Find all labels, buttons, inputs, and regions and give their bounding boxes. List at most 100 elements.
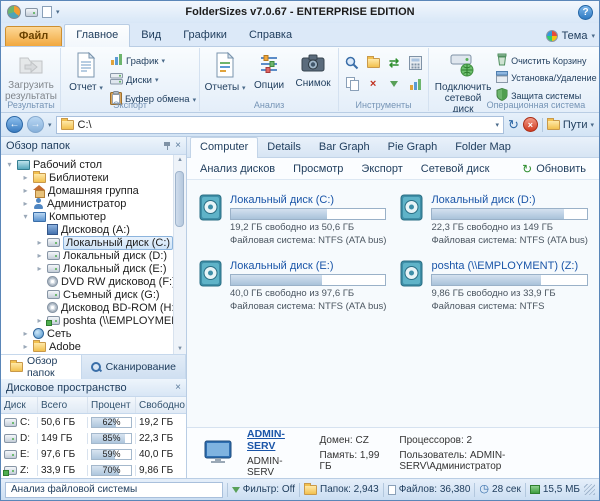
drive-name[interactable]: Локальный диск (D:) [431, 194, 587, 206]
stop-icon[interactable]: × [523, 117, 538, 132]
tree-item-libraries[interactable]: ▸ Библиотеки [3, 171, 172, 184]
scrollbar-thumb[interactable] [175, 171, 184, 227]
expander-icon[interactable]: ▸ [21, 343, 30, 351]
close-panel-icon[interactable]: × [175, 141, 181, 151]
tab-pie-graph[interactable]: Pie Graph [379, 138, 447, 157]
expander-icon[interactable]: ▾ [21, 213, 30, 221]
tree-item-drive-z[interactable]: ▸ poshta (\\EMPLOYMENT) (Z:) [3, 314, 172, 327]
expander-icon[interactable]: ▸ [21, 174, 30, 182]
duplicates-tool-icon[interactable] [342, 74, 362, 94]
search-tool-icon[interactable] [342, 53, 362, 73]
tab-computer[interactable]: Computer [190, 137, 258, 158]
address-chevron-icon[interactable]: ▾ [495, 121, 499, 129]
expander-icon[interactable]: ▸ [21, 330, 30, 338]
sync-tool-icon[interactable]: ⇄ [384, 53, 404, 73]
chart-tool-icon[interactable] [405, 74, 425, 94]
folder-search-tool-icon[interactable] [363, 53, 383, 73]
quick-disk-icon[interactable] [25, 8, 38, 17]
tab-file[interactable]: Файл [5, 26, 62, 46]
tree-item-drive-f[interactable]: DVD RW дисковод (F:) [3, 275, 172, 288]
tab-bar-graph[interactable]: Bar Graph [310, 138, 379, 157]
history-chevron-icon[interactable]: ▾ [48, 121, 52, 129]
col-percent[interactable]: Процент [88, 397, 136, 413]
forward-button[interactable]: → [27, 116, 44, 133]
disk-row[interactable]: D: 149 ГБ 85% 22,3 ГБ [1, 430, 186, 446]
expander-icon[interactable]: ▾ [5, 161, 14, 169]
expander-icon[interactable]: ▸ [35, 317, 44, 325]
report-button[interactable]: Отчет ▾ [64, 50, 108, 96]
disk-row[interactable]: Z: 33,9 ГБ 70% 9,86 ГБ [1, 462, 186, 478]
drive-card[interactable]: Локальный диск (E:) 40,0 ГБ свободно из … [199, 260, 386, 322]
tree-item-desktop[interactable]: ▾ Рабочий стол [3, 158, 172, 171]
help-button[interactable]: ? [578, 5, 593, 20]
status-filter[interactable]: Фильтр: Off [232, 484, 295, 495]
refresh-icon[interactable]: ↻ [508, 118, 519, 131]
tab-home[interactable]: Главное [64, 24, 130, 47]
export-chart-button[interactable]: График▾ [110, 53, 196, 69]
scroll-up-icon[interactable]: ▲ [177, 157, 183, 163]
refresh-button[interactable]: ↻ Обновить [513, 160, 595, 178]
tree-item-network[interactable]: ▸ Сеть [3, 327, 172, 340]
col-disk[interactable]: Диск [1, 397, 38, 413]
menu-network-drive[interactable]: Сетевой диск [412, 160, 499, 178]
drive-card[interactable]: Локальный диск (C:) 19,2 ГБ свободно из … [199, 194, 386, 256]
tree-item-drive-g[interactable]: Съемный диск (G:) [3, 288, 172, 301]
quick-access-chevron-icon[interactable]: ▾ [56, 8, 60, 16]
expander-icon[interactable]: ▸ [21, 187, 30, 195]
tab-charts[interactable]: Графики [172, 25, 238, 46]
tab-details[interactable]: Details [258, 138, 310, 157]
reports-button[interactable]: Отчеты ▾ [203, 50, 247, 96]
drive-name[interactable]: Локальный диск (C:) [230, 194, 386, 206]
close-panel-icon[interactable]: × [175, 383, 181, 393]
empty-recycle-bin-button[interactable]: Очистить Корзину [496, 53, 599, 68]
options-button[interactable]: Опции [249, 50, 289, 93]
snapshot-button[interactable]: Снимок [291, 50, 335, 91]
menu-analyze-disks[interactable]: Анализ дисков [191, 160, 284, 178]
theme-chevron-icon[interactable]: ▾ [591, 32, 595, 40]
tab-help[interactable]: Справка [238, 25, 303, 46]
pin-icon[interactable] [163, 141, 171, 151]
theme-button[interactable]: Тема [562, 30, 588, 42]
tab-view[interactable]: Вид [130, 25, 172, 46]
menu-view[interactable]: Просмотр [284, 160, 352, 178]
expander-icon[interactable]: ▸ [35, 252, 44, 260]
tree-item-computer[interactable]: ▾ Компьютер [3, 210, 172, 223]
tree-item-drive-a[interactable]: Дисковод (A:) [3, 223, 172, 236]
disk-row[interactable]: E: 97,6 ГБ 59% 40,0 ГБ [1, 446, 186, 462]
expander-icon[interactable]: ▸ [21, 200, 30, 208]
drive-card[interactable]: Локальный диск (D:) 22,3 ГБ свободно из … [400, 194, 587, 256]
delete-tool-icon[interactable]: × [363, 74, 383, 94]
expander-icon[interactable]: ▸ [35, 239, 44, 247]
tree-item-drive-d[interactable]: ▸ Локальный диск (D:) [3, 249, 172, 262]
col-free[interactable]: Свободно [136, 397, 186, 413]
calculator-tool-icon[interactable] [405, 53, 425, 73]
address-input[interactable]: C:\ ▾ [56, 116, 504, 134]
scroll-down-icon[interactable]: ▼ [177, 346, 183, 352]
load-results-button[interactable]: Загрузить результаты [5, 50, 57, 104]
tab-folder-map[interactable]: Folder Map [446, 138, 520, 157]
disk-row[interactable]: C: 50,6 ГБ 62% 19,2 ГБ [1, 414, 186, 430]
tree-item-drive-h[interactable]: Дисковод BD-ROM (H:) [3, 301, 172, 314]
resize-grip[interactable] [584, 484, 595, 495]
machine-name-link[interactable]: ADMIN-SERV [247, 428, 306, 452]
add-remove-programs-button[interactable]: Установка/Удаление программ [496, 71, 599, 85]
export-disks-button[interactable]: Диски▾ [110, 72, 196, 88]
tab-scan[interactable]: Сканирование [82, 355, 186, 379]
tree-scrollbar[interactable]: ▲ ▼ [173, 155, 186, 354]
tab-folder-browser[interactable]: Обзор папок [1, 355, 82, 379]
drive-name[interactable]: poshta (\\EMPLOYMENT) (Z:) [431, 260, 587, 272]
tree-item-administrator[interactable]: ▸ Администратор [3, 197, 172, 210]
quick-report-icon[interactable] [42, 6, 52, 18]
drive-card[interactable]: poshta (\\EMPLOYMENT) (Z:) 9,86 ГБ свобо… [400, 260, 587, 322]
tree-item-adobe[interactable]: ▸ Adobe [3, 340, 172, 353]
col-total[interactable]: Всего [38, 397, 88, 413]
expander-icon[interactable]: ▸ [35, 265, 44, 273]
drive-name[interactable]: Локальный диск (E:) [230, 260, 386, 272]
tree-item-drive-c[interactable]: ▸ Локальный диск (C:) [3, 236, 172, 249]
tree-item-homegroup[interactable]: ▸ Домашняя группа [3, 184, 172, 197]
back-button[interactable]: ← [6, 116, 23, 133]
menu-export[interactable]: Экспорт [352, 160, 411, 178]
paths-button[interactable]: Пути ▾ [547, 119, 594, 131]
filter-tool-icon[interactable] [384, 74, 404, 94]
tree-item-drive-e[interactable]: ▸ Локальный диск (E:) [3, 262, 172, 275]
